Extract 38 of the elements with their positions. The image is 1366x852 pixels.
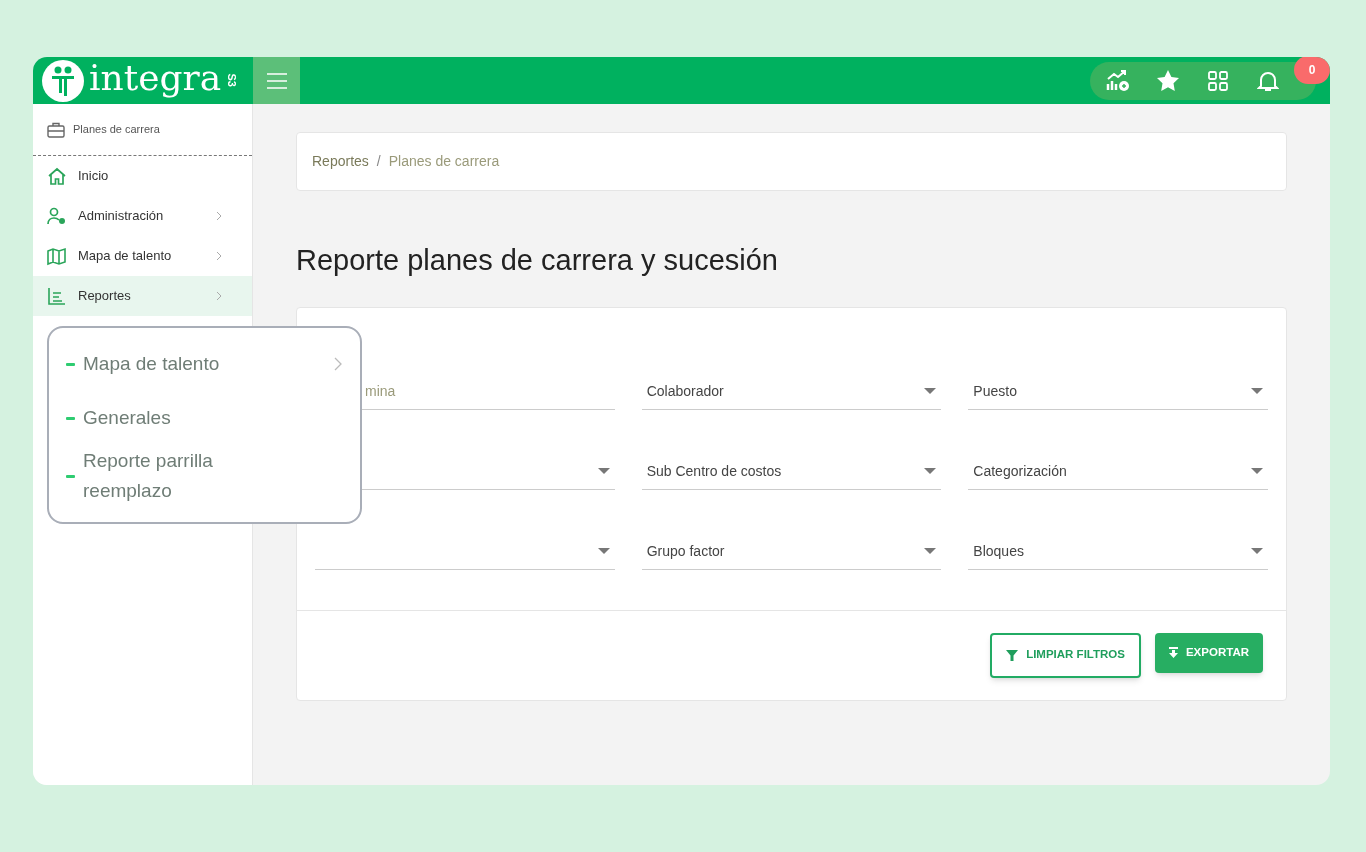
dropdown-arrow-icon <box>597 468 610 474</box>
star-icon <box>1156 69 1180 92</box>
select-field[interactable]: Sub Centro de costos <box>641 453 942 490</box>
briefcase-icon <box>47 121 65 138</box>
page-title: Reporte planes de carrera y sucesión <box>296 243 779 278</box>
dropdown-arrow-icon <box>924 548 937 554</box>
menu-icon <box>266 72 287 89</box>
dropdown-arrow-icon <box>1251 388 1263 394</box>
bell-icon <box>1257 69 1279 92</box>
dash-icon <box>66 474 75 478</box>
grid-icon <box>1208 70 1228 91</box>
select-field[interactable]: Puesto <box>968 373 1268 410</box>
dropdown-arrow-icon <box>1251 548 1263 554</box>
notification-count: 0 <box>1294 57 1330 84</box>
select-field[interactable]: Grupo factor <box>641 533 942 570</box>
dash-icon <box>66 362 75 366</box>
breadcrumb-separator: / <box>376 152 381 171</box>
select-field[interactable]: Categorización <box>968 453 1268 490</box>
dropdown-arrow-icon <box>924 388 937 394</box>
module-title: Planes de carrera <box>73 122 160 138</box>
filter-icon <box>1006 649 1019 661</box>
submenu-item[interactable]: Reporte parrilla reemplazo <box>66 446 342 506</box>
download-icon <box>1168 647 1178 658</box>
map-icon <box>47 246 66 266</box>
breadcrumb-link[interactable]: Reportes <box>312 151 369 172</box>
select-field[interactable]: Colaborador <box>641 373 942 410</box>
logo-suffix-text: S3 <box>225 73 240 88</box>
dash-icon <box>66 416 75 420</box>
dropdown-arrow-icon <box>924 468 937 474</box>
select-field[interactable]: Bloques <box>968 533 1268 570</box>
menu-button[interactable] <box>253 57 300 104</box>
dropdown-arrow-icon <box>597 548 610 554</box>
bar-list-icon <box>47 286 66 306</box>
dropdown-arrow-icon <box>1251 468 1263 474</box>
home-icon <box>47 166 66 186</box>
logo-wordmark: integra <box>89 59 222 96</box>
sidebar-item[interactable]: Reportes <box>33 276 252 316</box>
growth-chart-icon <box>1106 69 1130 92</box>
